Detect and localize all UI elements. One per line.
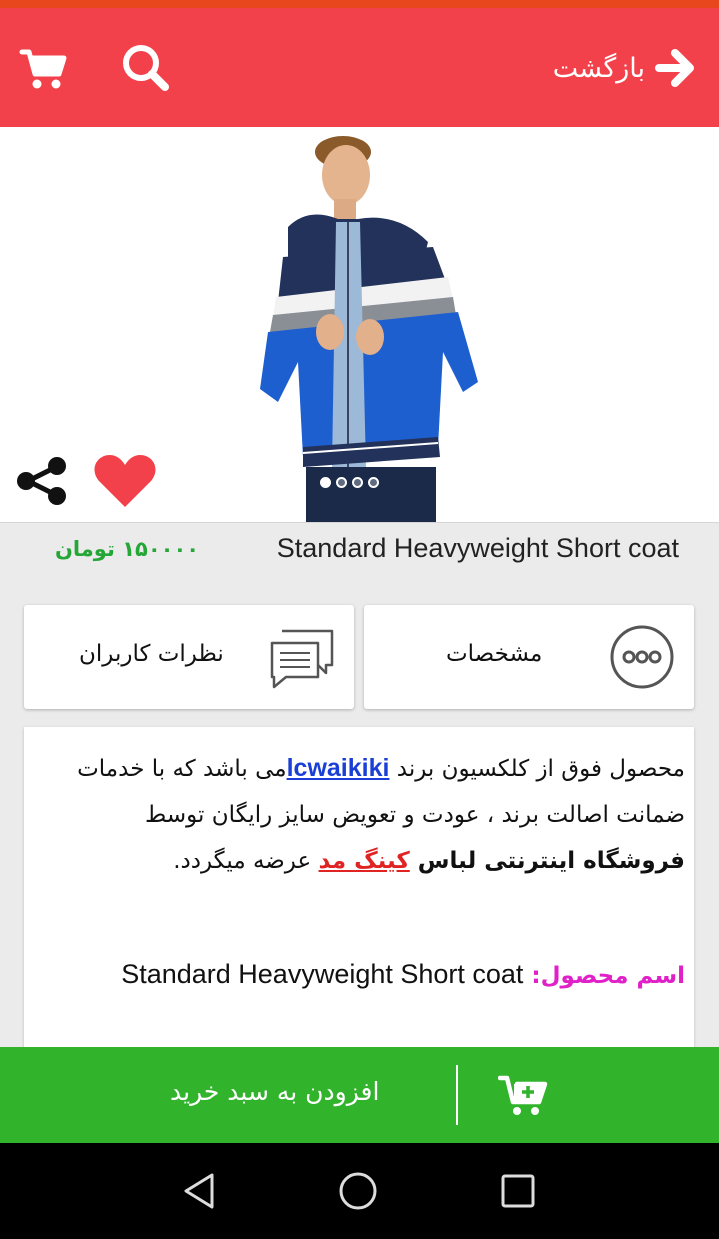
search-icon[interactable] [119, 42, 171, 94]
product-gallery[interactable] [0, 127, 719, 522]
comments-icon [270, 629, 334, 689]
product-image [260, 136, 478, 522]
tab-reviews-label: نظرات کاربران [79, 641, 224, 667]
product-description: محصول فوق از کلکسیون برند lcwaikikiمی با… [24, 727, 694, 1057]
cart-icon[interactable] [18, 42, 70, 94]
add-cart-icon [498, 1075, 548, 1115]
back-label: بازگشت [552, 52, 645, 84]
status-bar [0, 0, 719, 8]
pagination-dot[interactable] [352, 477, 363, 488]
pagination-dot[interactable] [368, 477, 379, 488]
description-part-1: محصول فوق از کلکسیون برند [389, 756, 685, 782]
description-text: محصول فوق از کلکسیون برند lcwaikikiمی با… [65, 745, 685, 884]
pagination-dot[interactable] [336, 477, 347, 488]
nav-home-icon[interactable] [338, 1171, 378, 1211]
store-link[interactable]: کینگ مد [319, 848, 410, 874]
add-to-cart-label: افزودن به سبد خرید [170, 1077, 380, 1106]
gallery-pagination [320, 477, 379, 488]
store-name: فروشگاه اینترنتی لباس [409, 848, 685, 874]
app-header: بازگشت [0, 8, 719, 127]
pagination-dot[interactable] [320, 477, 331, 488]
share-icon[interactable] [14, 453, 70, 509]
product-title-row: Standard Heavyweight Short coat ۱۵۰۰۰۰ ت… [0, 522, 719, 577]
tab-reviews[interactable]: نظرات کاربران [24, 605, 354, 709]
product-title: Standard Heavyweight Short coat [276, 533, 679, 563]
tab-specs-label: مشخصات [446, 641, 543, 667]
arrow-right-icon [655, 49, 694, 87]
heart-icon[interactable] [93, 453, 157, 509]
system-nav-bar [0, 1143, 719, 1239]
tab-specs[interactable]: مشخصات [364, 605, 694, 709]
add-to-cart-button[interactable]: افزودن به سبد خرید [0, 1047, 719, 1143]
brand-link[interactable]: lcwaikiki [287, 754, 390, 782]
more-options-icon [610, 625, 674, 689]
product-name-label: اسم محصول: [531, 963, 685, 989]
product-name-value: Standard Heavyweight Short coat [121, 959, 524, 989]
nav-recent-icon[interactable] [498, 1171, 538, 1211]
description-part-3: عرضه میگردد. [173, 848, 319, 874]
product-price: ۱۵۰۰۰۰ تومان [55, 537, 200, 561]
product-name-row: اسم محصول: Standard Heavyweight Short co… [121, 959, 685, 990]
back-button[interactable]: بازگشت [553, 42, 697, 94]
nav-back-icon[interactable] [180, 1171, 220, 1211]
divider [456, 1065, 458, 1125]
